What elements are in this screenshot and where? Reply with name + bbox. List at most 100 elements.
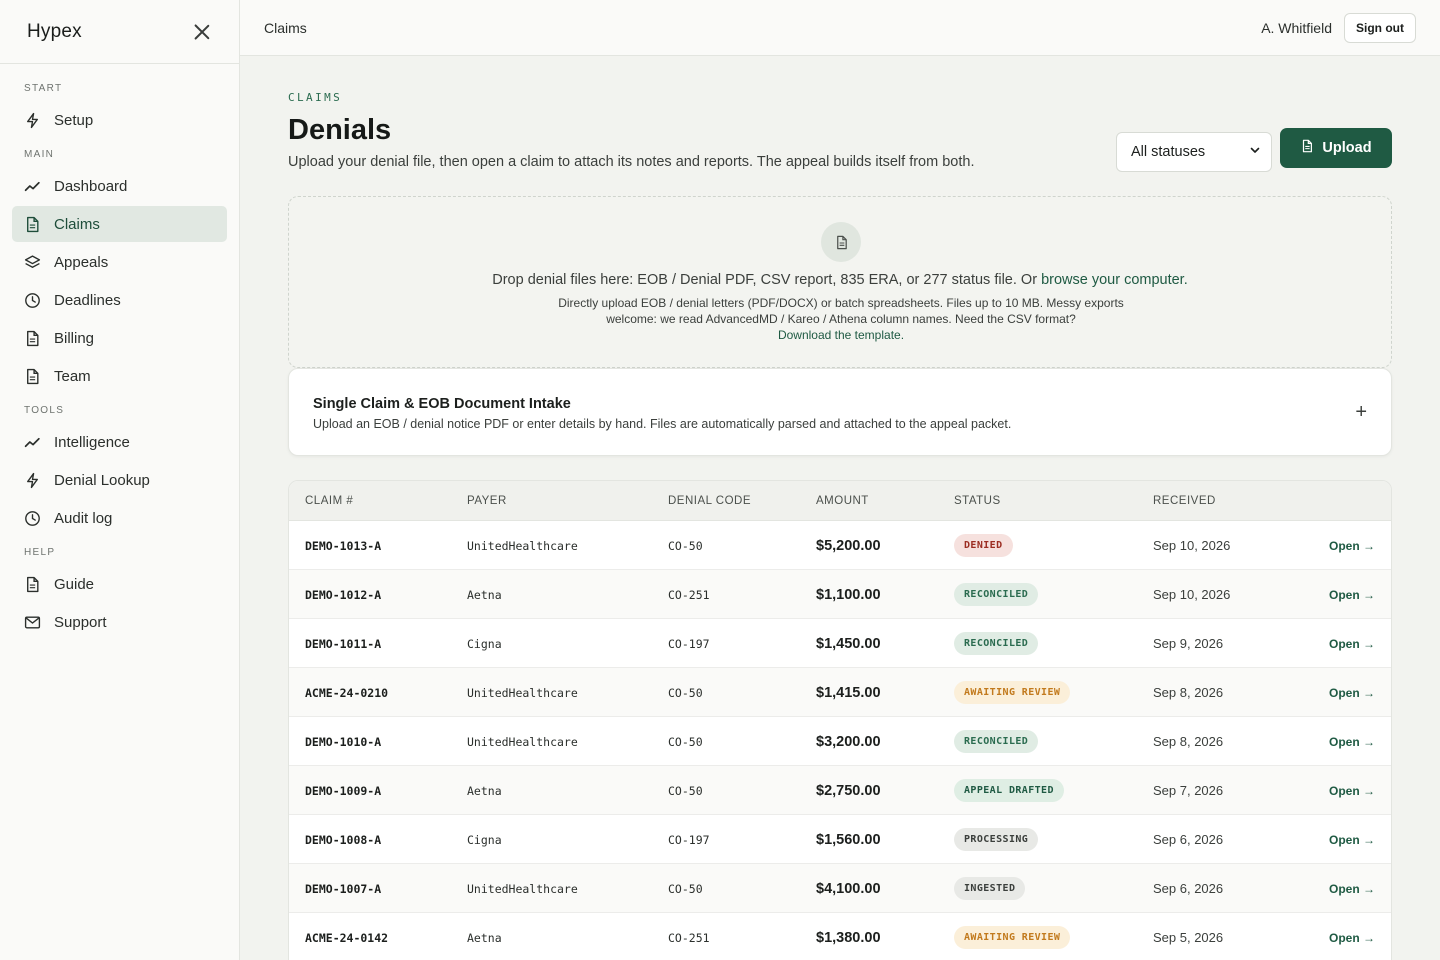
table-body: DEMO-1013-A UnitedHealthcare CO-50 $5,20… bbox=[289, 521, 1391, 960]
open-claim-link[interactable]: Open → bbox=[1329, 766, 1375, 815]
table-row[interactable]: DEMO-1007-A UnitedHealthcare CO-50 $4,10… bbox=[289, 864, 1391, 913]
col-payer[interactable]: PAYER bbox=[467, 495, 507, 507]
status-cell: INGESTED bbox=[954, 864, 1026, 913]
chevron-down-icon bbox=[1249, 144, 1261, 160]
denial-code: CO-197 bbox=[668, 636, 710, 651]
sidebar-item-label: Team bbox=[54, 367, 91, 385]
col-received[interactable]: RECEIVED bbox=[1153, 495, 1216, 507]
denial-code: CO-50 bbox=[668, 685, 703, 700]
topbar-right: A. Whitfield Sign out bbox=[1261, 12, 1416, 43]
denial-code: CO-50 bbox=[668, 783, 703, 798]
download-template-link[interactable]: Download the template. bbox=[551, 327, 1131, 343]
document-icon bbox=[24, 216, 41, 233]
sidebar-item-support[interactable]: Support bbox=[12, 604, 227, 640]
table-row[interactable]: DEMO-1010-A UnitedHealthcare CO-50 $3,20… bbox=[289, 717, 1391, 766]
sidebar-item-label: Setup bbox=[54, 111, 94, 129]
claim-number: DEMO-1007-A bbox=[305, 881, 382, 896]
sidebar-item-billing[interactable]: Billing bbox=[12, 320, 227, 356]
sidebar-item-label: Support bbox=[54, 613, 107, 631]
table-row[interactable]: ACME-24-0142 Aetna CO-251 $1,380.00 AWAI… bbox=[289, 913, 1391, 960]
intake-title: Single Claim & EOB Document Intake bbox=[313, 396, 571, 412]
sidebar-item-claims[interactable]: Claims bbox=[12, 206, 227, 242]
received-date: Sep 10, 2026 bbox=[1153, 587, 1231, 602]
upload-button[interactable]: Upload bbox=[1280, 128, 1392, 168]
col-denial-code[interactable]: DENIAL CODE bbox=[668, 495, 751, 507]
payer-name: UnitedHealthcare bbox=[467, 881, 578, 896]
open-claim-link[interactable]: Open → bbox=[1329, 570, 1375, 619]
open-claim-link[interactable]: Open → bbox=[1329, 521, 1375, 570]
sidebar-item-dashboard[interactable]: Dashboard bbox=[12, 168, 227, 204]
claims-table: CLAIM # PAYER DENIAL CODE AMOUNT STATUS … bbox=[288, 480, 1392, 960]
claim-amount: $2,750.00 bbox=[816, 782, 881, 799]
open-claim-link[interactable]: Open → bbox=[1329, 864, 1375, 913]
sidebar-item-label: Appeals bbox=[54, 253, 109, 271]
top-bar: Claims A. Whitfield Sign out bbox=[240, 0, 1440, 56]
brand-logo: Hypex bbox=[27, 20, 82, 42]
received-date: Sep 5, 2026 bbox=[1153, 930, 1224, 945]
sidebar-item-setup[interactable]: Setup bbox=[12, 102, 227, 138]
sidebar-item-label: Claims bbox=[54, 215, 100, 233]
expand-plus-icon[interactable]: + bbox=[1355, 402, 1367, 422]
sign-out-button[interactable]: Sign out bbox=[1344, 12, 1416, 43]
status-cell: RECONCILED bbox=[954, 570, 1039, 619]
col-amount[interactable]: AMOUNT bbox=[816, 495, 869, 507]
dropzone-instructions: Drop denial files here: EOB / Denial PDF… bbox=[289, 272, 1391, 288]
open-claim-link[interactable]: Open → bbox=[1329, 668, 1375, 717]
document-icon bbox=[24, 330, 41, 347]
claim-amount: $3,200.00 bbox=[816, 733, 881, 750]
dropzone-main-text: Drop denial files here: EOB / Denial PDF… bbox=[492, 272, 1042, 288]
close-icon[interactable] bbox=[194, 24, 210, 40]
sidebar-item-label: Billing bbox=[54, 329, 95, 347]
status-badge: RECONCILED bbox=[954, 632, 1039, 655]
claim-number: DEMO-1011-A bbox=[305, 636, 382, 651]
file-dropzone[interactable]: Drop denial files here: EOB / Denial PDF… bbox=[288, 196, 1392, 368]
open-claim-link[interactable]: Open → bbox=[1329, 913, 1375, 960]
sidebar-item-audit-log[interactable]: Audit log bbox=[12, 500, 227, 536]
sidebar-item-deadlines[interactable]: Deadlines bbox=[12, 282, 227, 318]
page-subtitle: Upload your denial file, then open a cla… bbox=[288, 154, 975, 170]
status-cell: RECONCILED bbox=[954, 717, 1039, 766]
document-icon bbox=[24, 368, 41, 385]
sidebar-item-label: Intelligence bbox=[54, 433, 130, 451]
denial-code: CO-50 bbox=[668, 538, 703, 553]
table-header: CLAIM # PAYER DENIAL CODE AMOUNT STATUS … bbox=[289, 481, 1391, 521]
sidebar-item-team[interactable]: Team bbox=[12, 358, 227, 394]
status-filter-select[interactable]: All statuses bbox=[1116, 132, 1272, 172]
received-date: Sep 9, 2026 bbox=[1153, 636, 1224, 651]
trend-icon bbox=[24, 434, 41, 451]
table-row[interactable]: DEMO-1009-A Aetna CO-50 $2,750.00 APPEAL… bbox=[289, 766, 1391, 815]
clock-icon bbox=[24, 510, 41, 527]
bolt-icon bbox=[24, 112, 41, 129]
sidebar-nav: START Setup MAIN Dashboard Claims Appeal… bbox=[0, 82, 239, 640]
table-row[interactable]: DEMO-1008-A Cigna CO-197 $1,560.00 PROCE… bbox=[289, 815, 1391, 864]
claim-number: ACME-24-0210 bbox=[305, 685, 389, 700]
brand-row: Hypex bbox=[0, 0, 239, 64]
sidebar-item-appeals[interactable]: Appeals bbox=[12, 244, 227, 280]
payer-name: Aetna bbox=[467, 930, 502, 945]
single-claim-intake-panel[interactable]: Single Claim & EOB Document Intake Uploa… bbox=[288, 368, 1392, 456]
claim-amount: $1,450.00 bbox=[816, 635, 881, 652]
payer-name: UnitedHealthcare bbox=[467, 538, 578, 553]
table-row[interactable]: DEMO-1013-A UnitedHealthcare CO-50 $5,20… bbox=[289, 521, 1391, 570]
upload-button-label: Upload bbox=[1322, 140, 1372, 156]
open-claim-link[interactable]: Open → bbox=[1329, 619, 1375, 668]
col-claim[interactable]: CLAIM # bbox=[305, 495, 353, 507]
table-row[interactable]: DEMO-1011-A Cigna CO-197 $1,450.00 RECON… bbox=[289, 619, 1391, 668]
col-status[interactable]: STATUS bbox=[954, 495, 1001, 507]
table-row[interactable]: ACME-24-0210 UnitedHealthcare CO-50 $1,4… bbox=[289, 668, 1391, 717]
open-claim-link[interactable]: Open → bbox=[1329, 717, 1375, 766]
sidebar-item-guide[interactable]: Guide bbox=[12, 566, 227, 602]
status-badge: AWAITING REVIEW bbox=[954, 926, 1071, 949]
payer-name: Aetna bbox=[467, 783, 502, 798]
sidebar-item-intelligence[interactable]: Intelligence bbox=[12, 424, 227, 460]
browse-computer-link[interactable]: browse your computer. bbox=[1041, 272, 1188, 288]
sidebar-item-denial-lookup[interactable]: Denial Lookup bbox=[12, 462, 227, 498]
payer-name: Cigna bbox=[467, 832, 502, 847]
received-date: Sep 10, 2026 bbox=[1153, 538, 1231, 553]
sidebar-item-label: Deadlines bbox=[54, 291, 121, 309]
dropzone-detail-text: Directly upload EOB / denial letters (PD… bbox=[558, 296, 1124, 326]
open-claim-link[interactable]: Open → bbox=[1329, 815, 1375, 864]
sidebar-item-label: Guide bbox=[54, 575, 95, 593]
table-row[interactable]: DEMO-1012-A Aetna CO-251 $1,100.00 RECON… bbox=[289, 570, 1391, 619]
user-name: A. Whitfield bbox=[1261, 19, 1332, 36]
